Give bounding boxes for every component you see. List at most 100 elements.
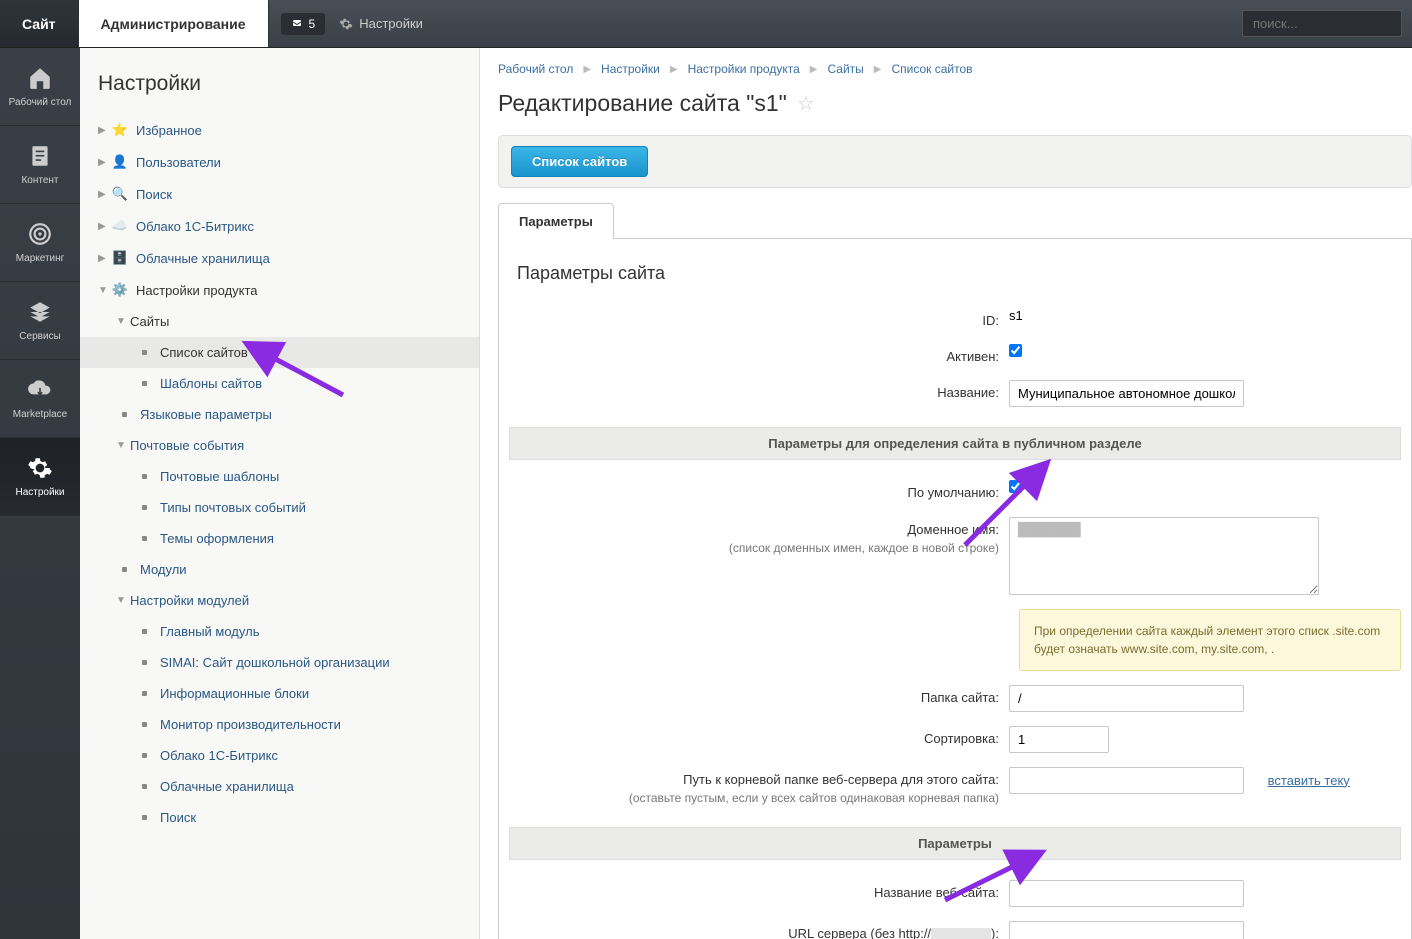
tree-label: Настройки продукта: [136, 283, 258, 298]
bullet-icon: [142, 474, 147, 479]
tree-lang[interactable]: Языковые параметры: [80, 399, 479, 430]
tree-module-settings[interactable]: ▼Настройки модулей: [80, 585, 479, 616]
tree-cloud-bitrix[interactable]: ▶☁️Облако 1С-Битрикс: [80, 210, 479, 242]
tree-themes[interactable]: Темы оформления: [80, 523, 479, 554]
tree-label: Облачные хранилища: [160, 779, 294, 794]
url-input[interactable]: [1009, 921, 1244, 939]
nav-tree: ▶⭐Избранное ▶👤Пользователи ▶🔍Поиск ▶☁️Об…: [80, 114, 479, 833]
domain-textarea[interactable]: ████████: [1009, 517, 1319, 595]
page-title: Редактирование сайта "s1" ☆: [498, 90, 1412, 117]
vnav-services[interactable]: Сервисы: [0, 282, 80, 360]
tree-label: Облако 1С-Битрикс: [136, 219, 254, 234]
sort-input[interactable]: [1009, 726, 1109, 753]
folder-input[interactable]: [1009, 685, 1244, 712]
chevron-right-icon: ▶: [583, 64, 591, 75]
vnav-settings[interactable]: Настройки: [0, 438, 80, 516]
tree-label: Информационные блоки: [160, 686, 309, 701]
tree-mail-events[interactable]: ▼Почтовые события: [80, 430, 479, 461]
tree-mail-templates[interactable]: Почтовые шаблоны: [80, 461, 479, 492]
url-label: URL сервера (без http://):: [509, 921, 1009, 939]
name-label: Название:: [509, 380, 1009, 402]
root-input[interactable]: [1009, 767, 1244, 794]
vnav-settings-label: Настройки: [15, 487, 64, 498]
gear-icon: [339, 17, 353, 31]
cloud-icon: ☁️: [112, 218, 128, 234]
breadcrumbs: Рабочий стол ▶ Настройки ▶ Настройки проду…: [498, 62, 1412, 76]
storage-icon: 🗄️: [112, 250, 128, 266]
gear-icon: [27, 455, 53, 481]
vnav-services-label: Сервисы: [19, 331, 60, 342]
vnav-marketplace[interactable]: Marketplace: [0, 360, 80, 438]
root-hint: (оставьте пустым, если у всех сайтов оди…: [629, 791, 999, 805]
site-list-button[interactable]: Список сайтов: [511, 146, 648, 177]
tree-label: Почтовые события: [130, 438, 244, 453]
tree-favorites[interactable]: ▶⭐Избранное: [80, 114, 479, 146]
domain-hint: (список доменных имен, каждое в новой ст…: [729, 541, 999, 555]
tab-params[interactable]: Параметры: [498, 203, 614, 239]
bullet-icon: [142, 381, 147, 386]
vnav-content[interactable]: Контент: [0, 126, 80, 204]
gear-icon: ⚙️: [112, 282, 128, 298]
tree-label: Облачные хранилища: [136, 251, 270, 266]
search-input[interactable]: [1242, 10, 1402, 37]
tree-cloud-bitrix-2[interactable]: Облако 1С-Битрикс: [80, 740, 479, 771]
folder-label: Папка сайта:: [509, 685, 1009, 707]
bullet-icon: [122, 412, 127, 417]
bell-icon: [291, 18, 303, 30]
form-panel: Параметры сайта ID:s1 Активен: Название:…: [498, 239, 1412, 939]
tree-modules[interactable]: Модули: [80, 554, 479, 585]
tree-sites[interactable]: ▼Сайты: [80, 306, 479, 337]
tab-site[interactable]: Сайт: [0, 0, 79, 47]
breadcrumb-item[interactable]: Настройки: [601, 62, 660, 76]
home-icon: [27, 65, 53, 91]
tree-label: Почтовые шаблоны: [160, 469, 279, 484]
favorite-star-icon[interactable]: ☆: [797, 91, 815, 116]
tree-product-settings[interactable]: ▼⚙️Настройки продукта: [80, 274, 479, 306]
vnav-marketing-label: Маркетинг: [16, 253, 65, 264]
tree-search-2[interactable]: Поиск: [80, 802, 479, 833]
tree-mail-event-types[interactable]: Типы почтовых событий: [80, 492, 479, 523]
tree-label: Поиск: [136, 187, 172, 202]
tree-site-templates[interactable]: Шаблоны сайтов: [80, 368, 479, 399]
tree-site-list[interactable]: Список сайтов: [80, 337, 479, 368]
chevron-right-icon: ▶: [810, 64, 818, 75]
tree-cloud-storage[interactable]: ▶🗄️Облачные хранилища: [80, 242, 479, 274]
redacted-text: [931, 928, 991, 939]
top-settings-link[interactable]: Настройки: [339, 16, 423, 31]
bullet-icon: [142, 753, 147, 758]
chevron-right-icon: ▶: [670, 64, 678, 75]
id-value: s1: [1009, 308, 1023, 323]
tree-main-module[interactable]: Главный модуль: [80, 616, 479, 647]
tree-label: Настройки модулей: [130, 593, 249, 608]
breadcrumb-item[interactable]: Рабочий стол: [498, 62, 573, 76]
breadcrumb-item[interactable]: Список сайтов: [891, 62, 972, 76]
main-content: Рабочий стол ▶ Настройки ▶ Настройки проду…: [480, 48, 1412, 939]
domain-label: Доменное имя:(список доменных имен, кажд…: [509, 517, 1009, 557]
insert-path-link[interactable]: вставить теку: [1268, 773, 1350, 788]
vnav-desktop[interactable]: Рабочий стол: [0, 48, 80, 126]
name-input[interactable]: [1009, 380, 1244, 407]
webname-input[interactable]: [1009, 880, 1244, 907]
sort-label: Сортировка:: [509, 726, 1009, 748]
bullet-icon: [142, 350, 147, 355]
star-icon: ⭐: [112, 122, 128, 138]
section-title: Параметры сайта: [517, 263, 1401, 284]
tree-perf[interactable]: Монитор производительности: [80, 709, 479, 740]
notification-count: 5: [309, 17, 316, 31]
tree-label: Сайты: [130, 314, 169, 329]
tab-admin[interactable]: Администрирование: [79, 0, 269, 47]
vnav-marketing[interactable]: Маркетинг: [0, 204, 80, 282]
vnav-desktop-label: Рабочий стол: [9, 97, 72, 108]
toolbar: Список сайтов: [498, 135, 1412, 188]
tree-search[interactable]: ▶🔍Поиск: [80, 178, 479, 210]
tree-iblocks[interactable]: Информационные блоки: [80, 678, 479, 709]
tree-simai[interactable]: SIMAI: Сайт дошкольной организации: [80, 647, 479, 678]
breadcrumb-item[interactable]: Сайты: [827, 62, 863, 76]
layers-icon: [27, 299, 53, 325]
active-checkbox[interactable]: [1009, 344, 1022, 357]
tree-users[interactable]: ▶👤Пользователи: [80, 146, 479, 178]
tree-cloud-storage-2[interactable]: Облачные хранилища: [80, 771, 479, 802]
notification-badge[interactable]: 5: [281, 13, 326, 35]
default-checkbox[interactable]: [1009, 480, 1022, 493]
breadcrumb-item[interactable]: Настройки продукта: [688, 62, 800, 76]
